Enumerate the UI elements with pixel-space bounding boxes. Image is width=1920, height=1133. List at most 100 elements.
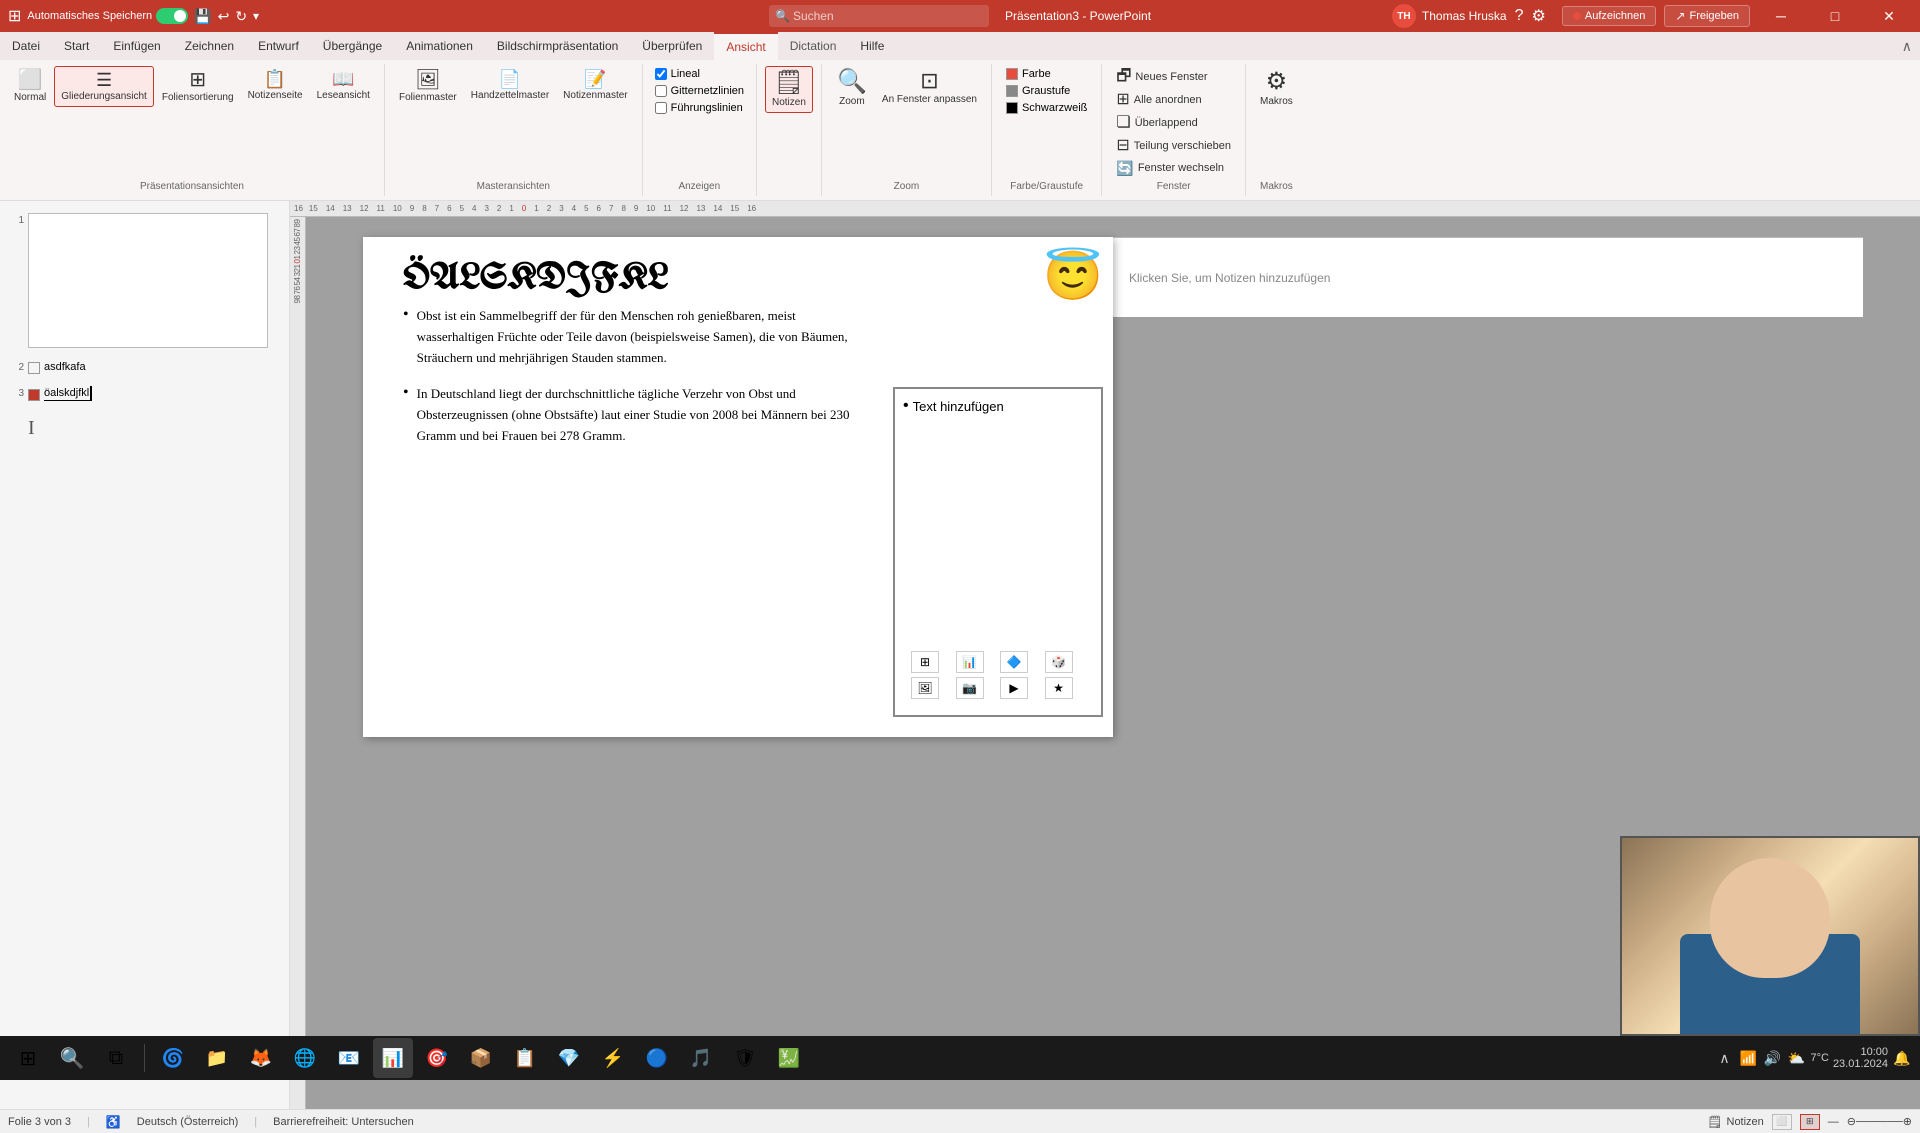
taskbar-app14-icon[interactable]: 💹 [769, 1038, 809, 1078]
taskbar-powerpoint-icon[interactable]: 📊 [373, 1038, 413, 1078]
btn-zoom[interactable]: 🔍 Zoom [830, 66, 874, 111]
content-icon-picture[interactable]: 🖼 [911, 677, 939, 699]
tray-notification-icon[interactable]: 🔔 [1892, 1048, 1912, 1068]
tab-start[interactable]: Start [52, 32, 101, 60]
btn-slide-master[interactable]: 🖼 Folienmaster [393, 66, 463, 107]
start-button[interactable]: ⊞ [8, 1038, 48, 1078]
slide-item-1[interactable]: 1 [4, 209, 285, 352]
taskbar-app13-icon[interactable]: 🛡 [725, 1038, 765, 1078]
checkbox-grid[interactable]: Gitternetzlinien [651, 83, 748, 99]
taskbar-app11-icon[interactable]: 🔵 [637, 1038, 677, 1078]
task-view-button[interactable]: ⧉ [96, 1038, 136, 1078]
tab-ansicht[interactable]: Ansicht [714, 32, 777, 60]
tray-speaker-icon[interactable]: 🔊 [1762, 1048, 1782, 1068]
save-icon[interactable]: 💾 [194, 8, 211, 25]
redo-icon[interactable]: ↻ [235, 8, 247, 25]
search-input[interactable] [769, 5, 989, 27]
taskbar-app12-icon[interactable]: 🎵 [681, 1038, 721, 1078]
slide-title[interactable]: ÖALSKDJFKL [363, 237, 1113, 306]
tab-ueberprueven[interactable]: Überprüfen [630, 32, 714, 60]
content-icon-video[interactable]: ▶ [1000, 677, 1028, 699]
slide-thumb-1[interactable] [28, 213, 268, 348]
share-button[interactable]: ↗ Freigeben [1664, 5, 1750, 27]
tab-entwurf[interactable]: Entwurf [246, 32, 311, 60]
btn-handout-master[interactable]: 📄 Handzettelmaster [465, 66, 555, 105]
btn-reading-view[interactable]: 📖 Leseansicht [311, 66, 376, 105]
checkbox-ruler[interactable]: Lineal [651, 66, 748, 82]
btn-color[interactable]: Farbe [1000, 66, 1093, 82]
maximize-button[interactable]: □ [1812, 0, 1858, 32]
autosave-toggle[interactable] [156, 8, 188, 24]
notes-area[interactable]: Klicken Sie, um Notizen hinzuzufügen [1113, 237, 1863, 317]
taskbar-outlook-icon[interactable]: 📧 [329, 1038, 369, 1078]
content-icon-table[interactable]: ⊞ [911, 651, 939, 673]
guides-checkbox[interactable] [655, 102, 667, 114]
btn-notes-page[interactable]: 📋 Notizenseite [242, 66, 309, 105]
btn-cascade[interactable]: ❏ Überlappend [1110, 112, 1237, 134]
view-normal-btn[interactable]: ⬜ [1772, 1114, 1792, 1130]
ruler-checkbox[interactable] [655, 68, 667, 80]
tab-datei[interactable]: Datei [0, 32, 52, 60]
slide-item-2[interactable]: 2 asdfkafa [4, 356, 285, 378]
accessibility-label[interactable]: Barrierefreiheit: Untersuchen [273, 1116, 414, 1128]
bullet-text-2[interactable]: In Deutschland liegt der durchschnittlic… [417, 384, 857, 446]
notes-btn-status[interactable]: 🗒 Notizen [1707, 1115, 1764, 1129]
btn-outline-view[interactable]: ☰ Gliederungsansicht [54, 66, 154, 107]
grid-checkbox[interactable] [655, 85, 667, 97]
view-sorter-btn[interactable]: ⊞ [1800, 1114, 1820, 1130]
collapse-ribbon-icon[interactable]: ∧ [1902, 38, 1912, 55]
taskbar-app9-icon[interactable]: 💎 [549, 1038, 589, 1078]
content-icon-smartart[interactable]: 🔷 [1000, 651, 1028, 673]
tab-dictation[interactable]: Dictation [778, 32, 849, 60]
btn-normal[interactable]: ⬜ Normal [8, 66, 52, 107]
help-icon[interactable]: ? [1515, 7, 1524, 25]
btn-switch-window[interactable]: 🔄 Fenster wechseln [1110, 158, 1237, 178]
slide-item-3[interactable]: 3 öalskdjfkl [4, 382, 285, 405]
btn-notes[interactable]: 🗒 Notizen [765, 66, 813, 113]
tab-uebergaenge[interactable]: Übergänge [311, 32, 394, 60]
btn-macros[interactable]: ⚙ Makros [1254, 66, 1299, 111]
notes-placeholder[interactable]: Klicken Sie, um Notizen hinzuzufügen [1129, 271, 1330, 285]
language-label[interactable]: Deutsch (Österreich) [137, 1116, 238, 1128]
tray-network-icon[interactable]: 📶 [1738, 1048, 1758, 1068]
minimize-button[interactable]: ─ [1758, 0, 1804, 32]
checkbox-guides[interactable]: Führungslinien [651, 100, 748, 116]
content-icon-photos[interactable]: 📷 [956, 677, 984, 699]
btn-grayscale[interactable]: Graustufe [1000, 83, 1093, 99]
taskbar-chrome-icon[interactable]: 🌐 [285, 1038, 325, 1078]
taskbar-app7-icon[interactable]: 📦 [461, 1038, 501, 1078]
current-slide[interactable]: 😇 ÖALSKDJFKL • Obst ist ein Sammelbegrif… [363, 237, 1113, 737]
content-icon-chart[interactable]: 📊 [956, 651, 984, 673]
btn-new-window[interactable]: 🗗 Neues Fenster [1110, 66, 1237, 88]
system-clock[interactable]: 10:00 23.01.2024 [1833, 1046, 1888, 1070]
taskbar-app8-icon[interactable]: 📋 [505, 1038, 545, 1078]
btn-move-split[interactable]: ⊟ Teilung verschieben [1110, 135, 1237, 157]
btn-arrange-all[interactable]: ⊞ Alle anordnen [1110, 89, 1237, 111]
undo-icon[interactable]: ↩ [218, 8, 230, 25]
zoom-slider-icon[interactable]: ⊖──────⊕ [1847, 1115, 1912, 1128]
tray-weather-icon[interactable]: ⛅ [1786, 1048, 1806, 1068]
content-icon-3d[interactable]: 🎲 [1045, 651, 1073, 673]
btn-slide-sorter[interactable]: ⊞ Foliensortierung [156, 66, 240, 107]
content-icon-icons[interactable]: ★ [1045, 677, 1073, 699]
quickaccess-icon[interactable]: ▾ [253, 9, 259, 23]
tab-zeichnen[interactable]: Zeichnen [173, 32, 246, 60]
tab-hilfe[interactable]: Hilfe [848, 32, 896, 60]
settings-icon[interactable]: ⚙ [1532, 6, 1546, 26]
taskbar-explorer-icon[interactable]: 📁 [197, 1038, 237, 1078]
search-taskbar-button[interactable]: 🔍 [52, 1038, 92, 1078]
bullet-text-1[interactable]: Obst ist ein Sammelbegriff der für den M… [417, 306, 857, 368]
close-button[interactable]: ✕ [1866, 0, 1912, 32]
taskbar-app10-icon[interactable]: ⚡ [593, 1038, 633, 1078]
tab-einfuegen[interactable]: Einfügen [101, 32, 172, 60]
record-button[interactable]: Aufzeichnen [1562, 6, 1657, 26]
tab-animationen[interactable]: Animationen [394, 32, 485, 60]
btn-fit-window[interactable]: ⊡ An Fenster anpassen [876, 66, 983, 109]
btn-notes-master[interactable]: 📝 Notizenmaster [557, 66, 633, 105]
btn-bw[interactable]: Schwarzweiß [1000, 100, 1093, 116]
content-box[interactable]: • Text hinzufügen ⊞ 📊 🔷 🎲 🖼 📷 ▶ ★ [893, 387, 1103, 717]
taskbar-edge-icon[interactable]: 🌀 [153, 1038, 193, 1078]
taskbar-firefox-icon[interactable]: 🦊 [241, 1038, 281, 1078]
tab-bildschirm[interactable]: Bildschirmpräsentation [485, 32, 630, 60]
tray-chevron-icon[interactable]: ∧ [1714, 1048, 1734, 1068]
